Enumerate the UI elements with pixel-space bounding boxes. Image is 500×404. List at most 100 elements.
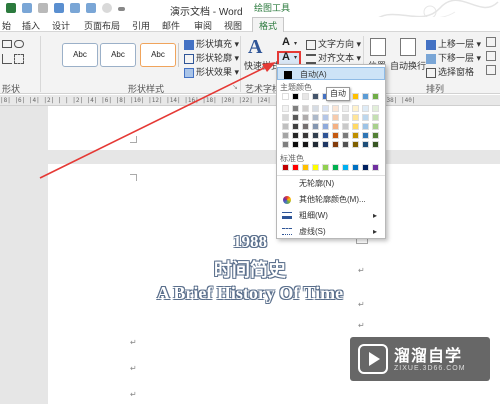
color-swatch[interactable]: [362, 123, 369, 130]
color-swatch[interactable]: [282, 132, 289, 139]
shape-style-1[interactable]: Abc: [62, 43, 98, 67]
color-swatch[interactable]: [342, 164, 349, 171]
color-swatch[interactable]: [352, 132, 359, 139]
circle-icon[interactable]: [102, 3, 112, 13]
shape-outline-button[interactable]: 形状轮廓 ▾: [184, 51, 239, 64]
color-swatch[interactable]: [312, 114, 319, 121]
wordart-line-title-cn[interactable]: 时间简史: [0, 256, 500, 282]
color-swatch[interactable]: [332, 114, 339, 121]
color-swatch[interactable]: [332, 123, 339, 130]
color-swatch[interactable]: [362, 164, 369, 171]
color-swatch[interactable]: [302, 114, 309, 121]
text-direction-button[interactable]: 文字方向 ▾: [306, 37, 361, 50]
color-swatch[interactable]: [292, 141, 299, 148]
color-swatch[interactable]: [352, 105, 359, 112]
wrap-text-icon[interactable]: [400, 38, 416, 56]
rotate-icon[interactable]: [486, 65, 496, 75]
automatic-color-item[interactable]: 自动(A): [277, 67, 385, 80]
color-swatch[interactable]: [282, 141, 289, 148]
position-icon[interactable]: [370, 38, 386, 56]
oval-shape-icon[interactable]: [14, 40, 24, 48]
tab-design[interactable]: 设计: [52, 19, 70, 32]
selection-pane-button[interactable]: 选择窗格: [426, 65, 474, 78]
text-fill-dropdown-icon[interactable]: ▾: [294, 40, 297, 47]
tab-layout[interactable]: 页面布局: [84, 19, 120, 32]
color-swatch[interactable]: [312, 105, 319, 112]
color-swatch[interactable]: [302, 123, 309, 130]
color-swatch[interactable]: [342, 123, 349, 130]
color-swatch[interactable]: [312, 132, 319, 139]
wordart-line-title-en[interactable]: A Brief History Of Time: [0, 283, 500, 304]
color-swatch[interactable]: [322, 141, 329, 148]
color-swatch[interactable]: [332, 105, 339, 112]
wrap-text-button-label[interactable]: 自动换行: [390, 59, 426, 72]
tab-format[interactable]: 格式: [252, 17, 285, 32]
shape-style-2[interactable]: Abc: [100, 43, 136, 67]
tab-references[interactable]: 引用: [132, 19, 150, 32]
color-swatch[interactable]: [302, 141, 309, 148]
color-swatch[interactable]: [282, 93, 289, 100]
more-outline-colors-item[interactable]: 其他轮廓颜色(M)...: [277, 193, 385, 206]
tab-mailings[interactable]: 邮件: [162, 19, 180, 32]
dashes-item[interactable]: 虚线(S) ▸: [277, 225, 385, 238]
print-icon[interactable]: [86, 3, 96, 13]
color-swatch[interactable]: [292, 114, 299, 121]
color-swatch[interactable]: [362, 132, 369, 139]
color-swatch[interactable]: [322, 105, 329, 112]
color-swatch[interactable]: [302, 105, 309, 112]
color-swatch[interactable]: [352, 114, 359, 121]
color-swatch[interactable]: [372, 123, 379, 130]
color-swatch[interactable]: [342, 141, 349, 148]
color-swatch[interactable]: [362, 141, 369, 148]
color-swatch[interactable]: [312, 164, 319, 171]
rect-shape-icon[interactable]: [2, 40, 12, 48]
align-text-button[interactable]: 对齐文本 ▾: [306, 51, 361, 64]
color-swatch[interactable]: [332, 141, 339, 148]
save-icon[interactable]: [6, 3, 16, 13]
tab-home[interactable]: 始: [2, 19, 11, 32]
color-swatch[interactable]: [332, 164, 339, 171]
open-icon[interactable]: [70, 3, 80, 13]
color-swatch[interactable]: [322, 132, 329, 139]
group-icon[interactable]: [486, 51, 496, 61]
color-swatch[interactable]: [372, 93, 379, 100]
tab-view[interactable]: 视图: [224, 19, 242, 32]
color-swatch[interactable]: [282, 164, 289, 171]
color-swatch[interactable]: [362, 93, 369, 100]
color-swatch[interactable]: [322, 114, 329, 121]
color-swatch[interactable]: [282, 123, 289, 130]
shape-fill-button[interactable]: 形状填充 ▾: [184, 37, 239, 50]
wordart-line-year[interactable]: 1988: [0, 232, 500, 252]
color-swatch[interactable]: [342, 114, 349, 121]
color-swatch[interactable]: [372, 164, 379, 171]
color-swatch[interactable]: [342, 105, 349, 112]
color-swatch[interactable]: [362, 114, 369, 121]
bring-forward-button[interactable]: 上移一层 ▾: [426, 37, 481, 50]
color-swatch[interactable]: [352, 141, 359, 148]
color-swatch[interactable]: [282, 105, 289, 112]
send-backward-button[interactable]: 下移一层 ▾: [426, 51, 481, 64]
shape-effects-button[interactable]: 形状效果 ▾: [184, 65, 239, 78]
undo-icon[interactable]: [22, 3, 32, 13]
wordart-quick-style-icon[interactable]: A: [248, 36, 262, 59]
no-outline-item[interactable]: 无轮廓(N): [277, 177, 385, 190]
color-swatch[interactable]: [312, 123, 319, 130]
color-swatch[interactable]: [302, 93, 309, 100]
color-swatch[interactable]: [292, 93, 299, 100]
color-swatch[interactable]: [372, 105, 379, 112]
align-icon[interactable]: [486, 37, 496, 47]
curve-shape-icon[interactable]: [14, 54, 24, 64]
tab-insert[interactable]: 插入: [22, 19, 40, 32]
shape-style-3[interactable]: Abc: [140, 43, 176, 67]
color-swatch[interactable]: [302, 164, 309, 171]
dialog-launcher-icon[interactable]: ↘: [232, 83, 238, 91]
quick-styles-label[interactable]: 快速样式: [244, 59, 280, 72]
color-swatch[interactable]: [292, 132, 299, 139]
tab-review[interactable]: 审阅: [194, 19, 212, 32]
color-swatch[interactable]: [332, 132, 339, 139]
color-swatch[interactable]: [322, 123, 329, 130]
color-swatch[interactable]: [312, 141, 319, 148]
redo-icon[interactable]: [38, 3, 48, 13]
horizontal-ruler[interactable]: |8| |6| |4| |2| | | |2| |4| |6| |8| |10|…: [0, 95, 500, 106]
text-fill-icon[interactable]: A: [282, 36, 290, 48]
